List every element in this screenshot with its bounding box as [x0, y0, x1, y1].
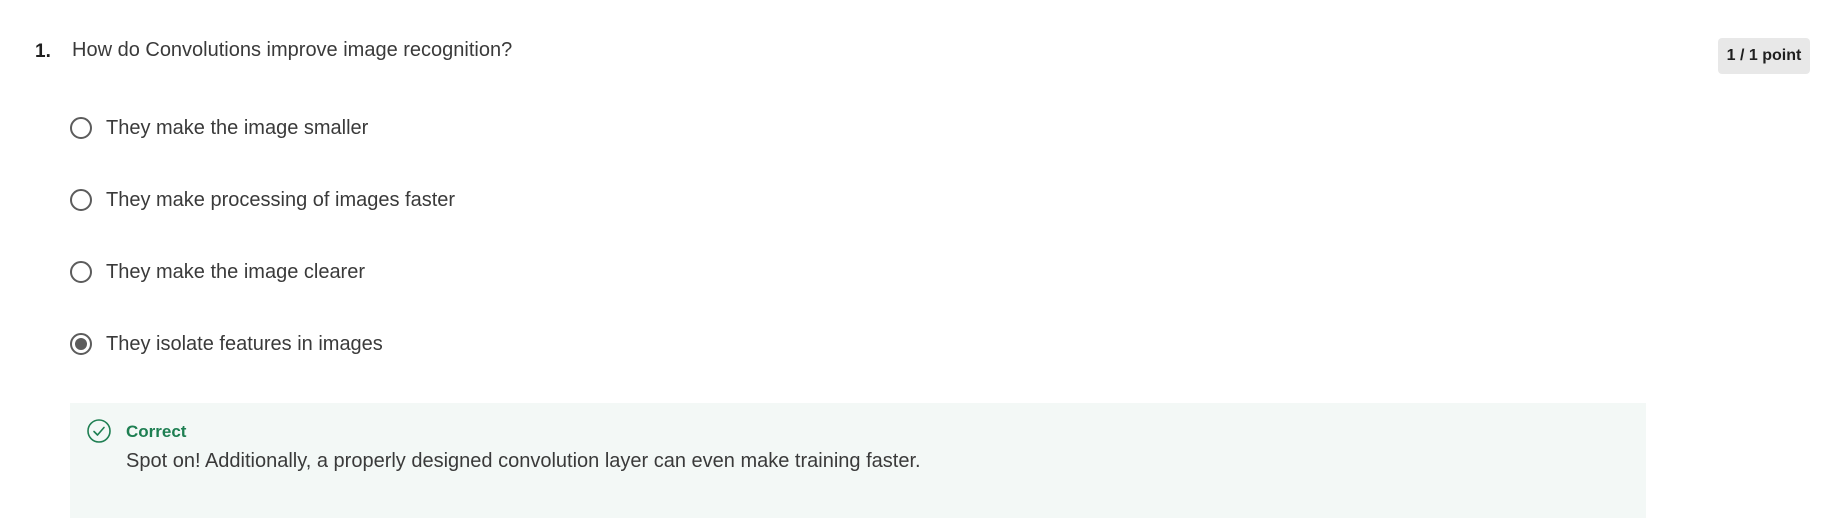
- option-4[interactable]: They isolate features in images: [70, 328, 383, 360]
- radio-button-selected-icon[interactable]: [70, 333, 92, 355]
- check-circle-icon: [87, 419, 111, 443]
- option-label: They make the image clearer: [106, 260, 366, 283]
- feedback-panel: Correct Spot on! Additionally, a properl…: [70, 403, 1646, 518]
- feedback-status: Correct: [126, 422, 187, 441]
- radio-button-icon[interactable]: [70, 261, 92, 283]
- question-text: How do Convolutions improve image recogn…: [72, 39, 513, 61]
- points-badge: 1 / 1 point: [1718, 38, 1810, 74]
- option-1[interactable]: They make the image smaller: [70, 112, 368, 144]
- radio-button-icon[interactable]: [70, 189, 92, 211]
- option-label: They make processing of images faster: [106, 188, 456, 211]
- option-2[interactable]: They make processing of images faster: [70, 184, 455, 216]
- option-label: They make the image smaller: [106, 116, 369, 139]
- option-label: They isolate features in images: [106, 332, 383, 355]
- radio-button-icon[interactable]: [70, 117, 92, 139]
- option-3[interactable]: They make the image clearer: [70, 256, 365, 288]
- feedback-message: Spot on! Additionally, a properly design…: [126, 450, 921, 472]
- question-number: 1.: [35, 41, 51, 62]
